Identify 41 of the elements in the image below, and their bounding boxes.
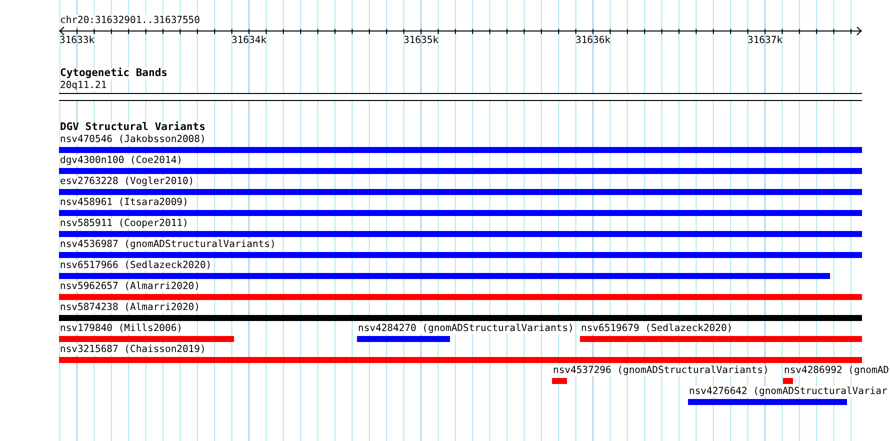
variant-label: nsv5874238 (Almarri2020) <box>60 302 200 313</box>
variant-bar[interactable] <box>552 378 567 384</box>
variant-label: nsv4284270 (gnomADStructuralVariants) <box>358 323 574 334</box>
variant-bar[interactable] <box>59 336 234 342</box>
track-title: Cytogenetic Bands <box>60 68 168 79</box>
variant-bar[interactable] <box>59 231 862 237</box>
tick-label: 31634k <box>232 35 266 46</box>
variant-label: esv2763228 (Vogler2010) <box>60 176 194 187</box>
variant-label: nsv6519679 (Sedlazeck2020) <box>581 323 733 334</box>
variant-bar[interactable] <box>357 336 450 342</box>
variant-bar[interactable] <box>783 378 793 384</box>
variant-bar[interactable] <box>59 147 862 153</box>
variant-label: nsv179840 (Mills2006) <box>60 323 182 334</box>
variant-label: nsv6517966 (Sedlazeck2020) <box>60 260 212 271</box>
variant-label: nsv585911 (Cooper2011) <box>60 218 188 229</box>
variant-bar[interactable] <box>59 357 862 363</box>
variant-bar[interactable] <box>59 168 862 174</box>
tick-label: 31636k <box>576 35 610 46</box>
variant-bar[interactable] <box>59 252 862 258</box>
variant-bar[interactable] <box>59 189 862 195</box>
variant-label: nsv4276642 (gnomADStructuralVariar <box>689 386 888 397</box>
variant-label: nsv4537296 (gnomADStructuralVariants) <box>553 365 769 376</box>
tick-label: 31637k <box>748 35 782 46</box>
variant-bar[interactable] <box>59 273 830 279</box>
variant-label: nsv3215687 (Chaisson2019) <box>60 344 206 355</box>
variant-bar[interactable] <box>59 315 862 321</box>
variant-label: dgv4300n100 (Coe2014) <box>60 155 182 166</box>
band-label: 20q11.21 <box>60 80 107 91</box>
variant-label: nsv4286992 (gnomAD <box>784 365 889 376</box>
variant-bar[interactable] <box>59 210 862 216</box>
variant-bar[interactable] <box>580 336 862 342</box>
variant-label: nsv470546 (Jakobsson2008) <box>60 134 206 145</box>
track-title: DGV Structural Variants <box>60 122 206 133</box>
variant-label: nsv458961 (Itsara2009) <box>60 197 188 208</box>
tick-label: 31633k <box>60 35 94 46</box>
variant-label: nsv5962657 (Almarri2020) <box>60 281 200 292</box>
variant-bar[interactable] <box>59 294 862 300</box>
location-label: chr20:31632901..31637550 <box>60 15 200 26</box>
variant-bar[interactable] <box>688 399 847 405</box>
variant-label: nsv4536987 (gnomADStructuralVariants) <box>60 239 276 250</box>
tick-label: 31635k <box>404 35 438 46</box>
